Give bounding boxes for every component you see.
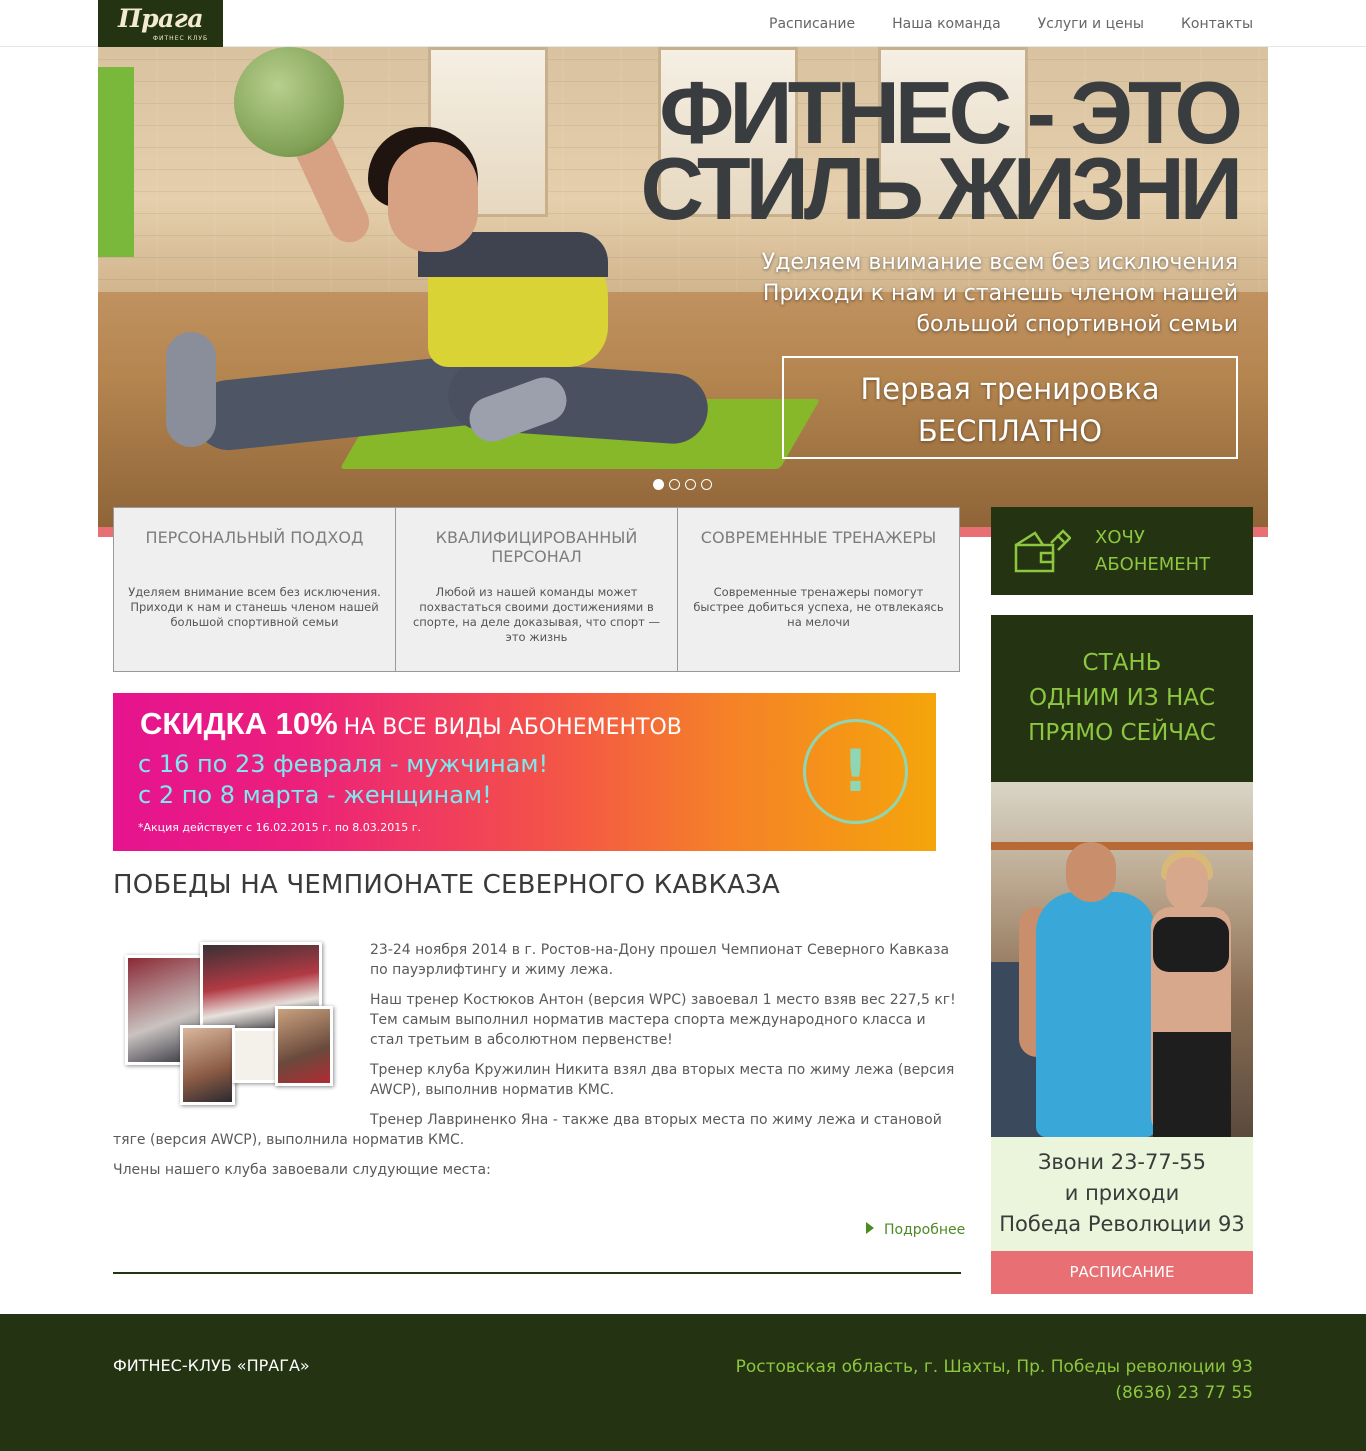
feature-text: Любой из нашей команды может похвастатьс…: [412, 585, 661, 644]
nav-item-team[interactable]: Наша команда: [892, 16, 1001, 32]
join-line: СТАНЬ: [1082, 650, 1162, 676]
site-footer: ФИТНЕС-КЛУБ «ПРАГА» Ростовская область, …: [0, 1314, 1366, 1451]
woman-pants: [1153, 1032, 1231, 1137]
footer-phone[interactable]: (8636) 23 77 55: [736, 1380, 1253, 1406]
feature-personal: ПЕРСОНАЛЬНЫЙ ПОДХОД Уделяем внимание все…: [114, 508, 396, 671]
play-arrow-icon: [866, 1222, 874, 1234]
article-body: 23-24 ноября 2014 в г. Ростов-на-Дону пр…: [113, 940, 960, 1190]
logo-subtext: ФИТНЕС КЛУБ: [152, 35, 209, 42]
logo[interactable]: Прага ФИТНЕС КЛУБ: [98, 0, 223, 47]
hero-slider: ФИТНЕС - ЭТО СТИЛЬ ЖИЗНИ Уделяем внимани…: [98, 47, 1268, 537]
hero-medicine-ball: [234, 47, 344, 157]
hero-person-head: [388, 142, 478, 252]
slider-dots: [653, 479, 712, 490]
hero-title: ФИТНЕС - ЭТО СТИЛЬ ЖИЗНИ: [640, 69, 1243, 238]
promo-note: *Акция действует с 16.02.2015 г. по 8.03…: [138, 821, 422, 834]
nav-item-schedule[interactable]: Расписание: [769, 16, 855, 32]
footer-club-name: ФИТНЕС-КЛУБ «ПРАГА»: [113, 1356, 310, 1375]
free-training-line: Первая тренировка: [860, 372, 1160, 406]
footer-address: Ростовская область, г. Шахты, Пр. Победы…: [735, 1357, 1253, 1377]
features-panel: ПЕРСОНАЛЬНЫЙ ПОДХОД Уделяем внимание все…: [113, 507, 960, 672]
promo-banner[interactable]: СКИДКА 10% НА ВСЕ ВИДЫ АБОНЕМЕНТОВ с 16 п…: [113, 693, 936, 851]
man-head: [1066, 842, 1116, 902]
nav-item-contacts[interactable]: Контакты: [1181, 16, 1253, 32]
promo-men: с 16 по 23 февраля - мужчинам!: [138, 750, 549, 778]
nav-item-services[interactable]: Услуги и цены: [1038, 16, 1144, 32]
article-paragraph: Тренер Лавриненко Яна - также два вторых…: [113, 1112, 942, 1148]
subscription-label-line: АБОНЕМЕНТ: [1095, 554, 1211, 575]
article-paragraph: Наш тренер Костюков Антон (версия WPC) з…: [370, 992, 956, 1048]
article-title: ПОБЕДЫ НА ЧЕМПИОНАТЕ СЕВЕРНОГО КАВКАЗА: [113, 870, 780, 900]
gym-rail: [991, 842, 1253, 850]
contact-line: и приходи: [1064, 1181, 1180, 1205]
feature-title: КВАЛИФИЦИРОВАННЫЙ ПЕРСОНАЛ: [435, 528, 638, 566]
article-paragraph: Тренер клуба Кружилин Никита взял два вт…: [370, 1062, 955, 1098]
athletes-photo: [991, 782, 1253, 1137]
promo-discount-rest: НА ВСЕ ВИДЫ АБОНЕМЕНТОВ: [343, 715, 682, 740]
feature-title: ПЕРСОНАЛЬНЫЙ ПОДХОД: [145, 528, 364, 547]
promo-headline: СКИДКА 10% НА ВСЕ ВИДЫ АБОНЕМЕНТОВ: [140, 706, 682, 742]
logo-text: Прага: [117, 4, 204, 33]
woman-top: [1153, 917, 1229, 972]
footer-contacts: Ростовская область, г. Шахты, Пр. Победы…: [736, 1354, 1253, 1406]
subscription-button[interactable]: ХОЧУ АБОНЕМЕНТ: [991, 507, 1253, 595]
hero-subtitle-line: Уделяем внимание всем без исключения: [761, 250, 1238, 275]
join-line: ПРЯМО СЕЙЧАС: [1028, 720, 1216, 746]
article-paragraph: 23-24 ноября 2014 в г. Ростов-на-Дону пр…: [370, 942, 950, 978]
hero-green-wall: [98, 67, 134, 257]
article-paragraph: Члены нашего клуба завоевали слудующие м…: [113, 1162, 491, 1178]
wallet-card-icon: [1014, 529, 1071, 573]
exclamation-icon: !: [803, 719, 908, 824]
site-header: Прага ФИТНЕС КЛУБ Расписание Наша команд…: [0, 0, 1366, 47]
slider-dot[interactable]: [685, 479, 696, 490]
feature-equipment: СОВРЕМЕННЫЕ ТРЕНАЖЕРЫ Современные тренаж…: [678, 508, 959, 671]
promo-discount: СКИДКА 10%: [140, 706, 338, 741]
hero-title-line: СТИЛЬ ЖИЗНИ: [640, 139, 1243, 238]
contact-address: Победа Революции 93: [999, 1212, 1245, 1236]
free-training-button[interactable]: Первая тренировка БЕСПЛАТНО: [782, 356, 1238, 459]
slider-dot[interactable]: [669, 479, 680, 490]
hero-person-shoe: [166, 332, 216, 447]
join-line: ОДНИМ ИЗ НАС: [1028, 685, 1216, 711]
schedule-button[interactable]: РАСПИСАНИЕ: [991, 1251, 1253, 1294]
hero-subtitle: Уделяем внимание всем без исключения При…: [762, 247, 1238, 340]
slider-dot[interactable]: [701, 479, 712, 490]
promo-women: с 2 по 8 марта - женщинам!: [138, 781, 492, 809]
slider-dot[interactable]: [653, 479, 664, 490]
read-more-link[interactable]: Подробнее: [866, 1222, 965, 1238]
feature-title: СОВРЕМЕННЫЕ ТРЕНАЖЕРЫ: [700, 528, 937, 547]
hero-subtitle-line: большой спортивной семьи: [916, 312, 1238, 337]
read-more-label: Подробнее: [884, 1222, 966, 1238]
man-body: [1036, 892, 1156, 1137]
main-nav: Расписание Наша команда Услуги и цены Ко…: [769, 0, 1253, 47]
contact-box: Звони 23-77-55 и приходи Победа Революци…: [991, 1137, 1253, 1251]
free-training-line: БЕСПЛАТНО: [917, 414, 1103, 448]
woman-head: [1166, 857, 1208, 911]
contact-phone: Звони 23-77-55: [1037, 1150, 1207, 1174]
subscription-label-line: ХОЧУ: [1095, 527, 1145, 548]
feature-text: Уделяем внимание всем без исключения. Пр…: [128, 585, 381, 629]
join-us-banner: СТАНЬ ОДНИМ ИЗ НАС ПРЯМО СЕЙЧАС: [991, 615, 1253, 782]
subscription-label: ХОЧУ АБОНЕМЕНТ: [1095, 524, 1210, 578]
article-divider: [113, 1272, 961, 1274]
feature-staff: КВАЛИФИЦИРОВАННЫЙ ПЕРСОНАЛ Любой из наше…: [396, 508, 678, 671]
hero-subtitle-line: Приходи к нам и станешь членом нашей: [762, 281, 1238, 306]
feature-text: Современные тренажеры помогут быстрее до…: [693, 585, 944, 629]
